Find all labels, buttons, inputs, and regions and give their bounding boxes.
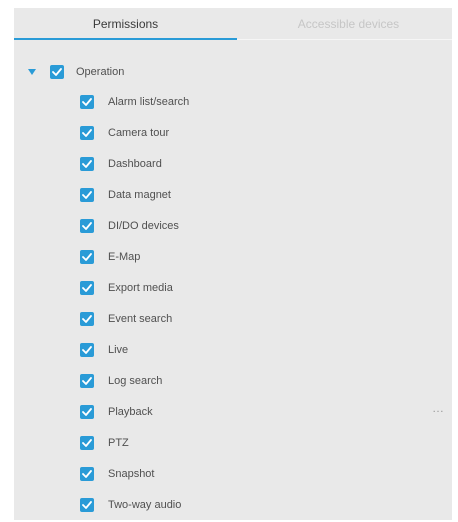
tree-item-two-way-audio: Two-way audio [80, 495, 181, 515]
snapshot-checkbox[interactable] [80, 467, 94, 481]
tree-item-ptz: PTZ [80, 433, 129, 453]
checkmark-icon [82, 408, 92, 416]
live-label: Live [108, 344, 129, 356]
operation-checkbox[interactable] [50, 65, 64, 79]
camera-tour-label: Camera tour [108, 127, 170, 139]
more-horizontal-icon[interactable]: … [432, 402, 444, 414]
checkmark-icon [82, 470, 92, 478]
tree-item-dashboard: Dashboard [80, 154, 162, 174]
two-way-audio-checkbox[interactable] [80, 498, 94, 512]
tree-root-operation: Operation [26, 62, 124, 82]
operation-label: Operation [76, 66, 125, 78]
checkmark-icon [82, 160, 92, 168]
checkmark-icon [82, 439, 92, 447]
checkmark-icon [82, 501, 92, 509]
tree-item-alarm-list-search: Alarm list/search [80, 92, 189, 112]
checkmark-icon [82, 377, 92, 385]
dashboard-checkbox[interactable] [80, 157, 94, 171]
camera-tour-checkbox[interactable] [80, 126, 94, 140]
data-magnet-checkbox[interactable] [80, 188, 94, 202]
checkmark-icon [82, 191, 92, 199]
tree-item-log-search: Log search [80, 371, 162, 391]
e-map-checkbox[interactable] [80, 250, 94, 264]
tab-permissions[interactable]: Permissions [14, 8, 237, 40]
data-magnet-label: Data magnet [108, 189, 171, 201]
di-do-devices-label: DI/DO devices [108, 220, 179, 232]
snapshot-label: Snapshot [108, 468, 155, 480]
tree-item-live: Live [80, 340, 128, 360]
caret-down-icon[interactable] [26, 66, 38, 78]
two-way-audio-label: Two-way audio [108, 499, 182, 511]
event-search-checkbox[interactable] [80, 312, 94, 326]
alarm-list-search-checkbox[interactable] [80, 95, 94, 109]
di-do-devices-checkbox[interactable] [80, 219, 94, 233]
playback-checkbox[interactable] [80, 405, 94, 419]
tree-item-data-magnet: Data magnet [80, 185, 171, 205]
tree-item-event-search: Event search [80, 309, 172, 329]
checkmark-icon [82, 284, 92, 292]
log-search-checkbox[interactable] [80, 374, 94, 388]
alarm-list-search-label: Alarm list/search [108, 96, 190, 108]
tree-item-snapshot: Snapshot [80, 464, 154, 484]
permissions-panel: Permissions Accessible devices Operation… [14, 8, 452, 520]
active-tab-indicator [14, 38, 237, 40]
tree-item-di-do-devices: DI/DO devices [80, 216, 179, 236]
tree-item-e-map: E-Map [80, 247, 140, 267]
checkmark-icon [52, 68, 62, 76]
tree-item-playback: Playback [80, 402, 153, 422]
checkmark-icon [82, 315, 92, 323]
tab-divider [237, 39, 452, 40]
tree-item-export-media: Export media [80, 278, 173, 298]
tree-item-camera-tour: Camera tour [80, 123, 169, 143]
dashboard-label: Dashboard [108, 158, 162, 170]
e-map-label: E-Map [108, 251, 141, 263]
export-media-checkbox[interactable] [80, 281, 94, 295]
export-media-label: Export media [108, 282, 173, 294]
checkmark-icon [82, 346, 92, 354]
event-search-label: Event search [108, 313, 173, 325]
checkmark-icon [82, 222, 92, 230]
checkmark-icon [82, 98, 92, 106]
checkmark-icon [82, 129, 92, 137]
tab-accessible-devices[interactable]: Accessible devices [237, 8, 458, 40]
ptz-label: PTZ [108, 437, 129, 449]
tab-bar: Permissions Accessible devices [14, 8, 452, 40]
live-checkbox[interactable] [80, 343, 94, 357]
ptz-checkbox[interactable] [80, 436, 94, 450]
checkmark-icon [82, 253, 92, 261]
playback-label: Playback [108, 406, 153, 418]
log-search-label: Log search [108, 375, 163, 387]
